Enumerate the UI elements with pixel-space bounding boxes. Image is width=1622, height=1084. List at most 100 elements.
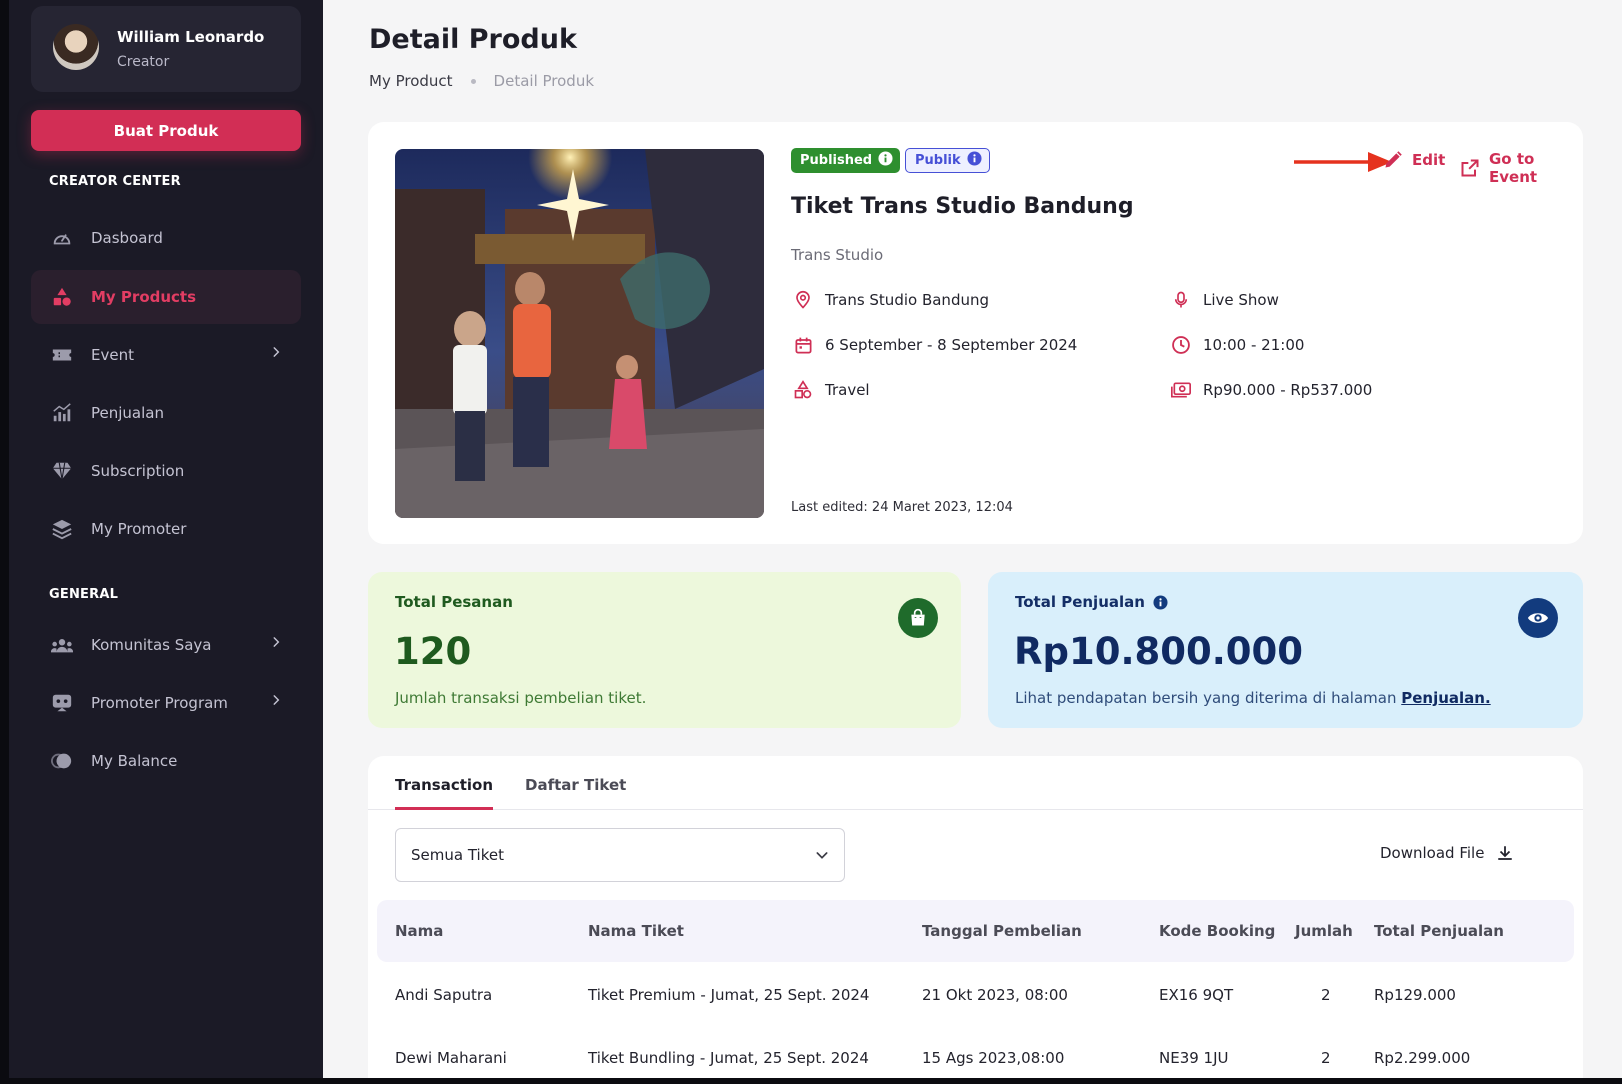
- main-content: Detail Produk My Product Detail Produk P…: [323, 0, 1622, 1078]
- pencil-icon: [1383, 150, 1403, 170]
- sidebar-item-promoter-program[interactable]: Promoter Program: [31, 676, 301, 730]
- eye-icon[interactable]: [1518, 598, 1558, 638]
- breadcrumb: My Product Detail Produk: [369, 72, 594, 90]
- promoter-icon: [49, 690, 75, 716]
- total-sales-desc: Lihat pendapatan bersih yang diterima di…: [1015, 689, 1491, 707]
- last-edited: Last edited: 24 Maret 2023, 12:04: [791, 500, 1013, 515]
- product-card: Published Publik Edit Go to Event Tiket …: [368, 122, 1583, 544]
- sidebar-item-label: Komunitas Saya: [91, 636, 212, 654]
- cell-nama-tiket: Tiket Premium - Jumat, 25 Sept. 2024: [588, 986, 870, 1004]
- breadcrumb-current: Detail Produk: [493, 72, 595, 90]
- organizer-name: Trans Studio: [791, 246, 884, 264]
- ticket-icon: [49, 342, 75, 368]
- sidebar-item-label: Dasboard: [91, 229, 163, 247]
- total-sales-card: Total Penjualan Rp10.800.000 Lihat penda…: [988, 572, 1583, 728]
- date-text: 6 September - 8 September 2024: [825, 336, 1078, 354]
- category-text: Travel: [825, 381, 870, 399]
- transactions-panel: Transaction Daftar Tiket Semua Tiket Dow…: [368, 756, 1583, 1078]
- total-orders-label: Total Pesanan: [395, 593, 513, 611]
- window-bottom-edge: [0, 1078, 1622, 1084]
- gauge-icon: [49, 225, 75, 251]
- table-row[interactable]: Andi Saputra Tiket Premium - Jumat, 25 S…: [368, 964, 1583, 1026]
- category-info: Travel: [791, 378, 870, 402]
- total-sales-value: Rp10.800.000: [1014, 630, 1304, 673]
- section-general: GENERAL: [49, 587, 119, 602]
- sidebar-item-label: My Products: [91, 288, 197, 306]
- sidebar-item-my-products[interactable]: My Products: [31, 270, 301, 324]
- download-file-button[interactable]: Download File: [1380, 844, 1514, 862]
- column-header-tanggal[interactable]: Tanggal Pembelian: [922, 922, 1082, 940]
- info-icon[interactable]: [1153, 594, 1168, 610]
- column-header-total-penjualan[interactable]: Total Penjualan: [1374, 922, 1504, 940]
- total-orders-desc: Jumlah transaksi pembelian tiket.: [395, 689, 647, 707]
- sidebar-item-label: Promoter Program: [91, 694, 228, 712]
- sidebar-item-my-promoter[interactable]: My Promoter: [31, 502, 301, 556]
- ticket-filter-select[interactable]: Semua Tiket: [395, 828, 845, 882]
- total-sales-desc-text: Lihat pendapatan bersih yang diterima di…: [1015, 689, 1402, 707]
- tab-transaction[interactable]: Transaction: [395, 776, 494, 810]
- community-icon: [49, 632, 75, 658]
- download-file-label: Download File: [1380, 844, 1485, 862]
- arrow-annotation-icon: [1294, 152, 1392, 172]
- sidebar-item-subscription[interactable]: Subscription: [31, 444, 301, 498]
- sidebar-item-komunitas-saya[interactable]: Komunitas Saya: [31, 618, 301, 672]
- visibility-badge-label: Publik: [915, 153, 961, 168]
- shapes-icon: [49, 284, 75, 310]
- cell-kode-booking: EX16 9QT: [1159, 986, 1234, 1004]
- ticket-filter-value: Semua Tiket: [411, 846, 504, 864]
- go-to-event-label: Go to Event: [1489, 150, 1538, 186]
- sidebar-item-label: My Balance: [91, 752, 178, 770]
- profile-role: Creator: [117, 54, 170, 70]
- price-text: Rp90.000 - Rp537.000: [1203, 381, 1373, 399]
- sidebar-item-label: My Promoter: [91, 520, 187, 538]
- layers-icon: [49, 516, 75, 542]
- go-to-event-button[interactable]: Go to Event: [1460, 150, 1583, 186]
- table-row[interactable]: Dewi Maharani Tiket Bundling - Jumat, 25…: [368, 1027, 1583, 1078]
- sidebar-item-my-balance[interactable]: My Balance: [31, 734, 301, 788]
- cell-nama: Dewi Maharani: [395, 1049, 507, 1067]
- total-sales-label: Total Penjualan: [1015, 593, 1145, 611]
- cell-jumlah: 2: [1321, 986, 1331, 1004]
- edit-button[interactable]: Edit: [1383, 150, 1445, 170]
- tab-daftar-tiket[interactable]: Daftar Tiket: [525, 776, 626, 807]
- download-icon: [1496, 844, 1514, 862]
- sidebar-item-dashboard[interactable]: Dasboard: [31, 211, 301, 265]
- sidebar-item-penjualan[interactable]: Penjualan: [31, 386, 301, 440]
- column-header-jumlah[interactable]: Jumlah: [1295, 922, 1353, 940]
- status-badge: Published: [791, 148, 901, 173]
- chevron-right-icon: [269, 635, 283, 653]
- section-creator-center: CREATOR CENTER: [49, 174, 181, 189]
- chart-icon: [49, 400, 75, 426]
- chevron-right-icon: [269, 345, 283, 363]
- column-header-nama[interactable]: Nama: [395, 922, 443, 940]
- info-icon[interactable]: [967, 151, 982, 170]
- tab-bar: Transaction Daftar Tiket: [368, 756, 1583, 810]
- cell-jumlah: 2: [1321, 1049, 1331, 1067]
- cell-total-penjualan: Rp129.000: [1374, 986, 1456, 1004]
- sidebar-item-label: Subscription: [91, 462, 185, 480]
- sidebar-item-label: Event: [91, 346, 134, 364]
- price-info: Rp90.000 - Rp537.000: [1169, 378, 1372, 402]
- penjualan-link[interactable]: Penjualan.: [1401, 689, 1490, 707]
- clock-icon: [1169, 333, 1193, 357]
- cell-total-penjualan: Rp2.299.000: [1374, 1049, 1471, 1067]
- total-orders-card: Total Pesanan 120 Jumlah transaksi pembe…: [368, 572, 961, 728]
- map-pin-icon: [791, 288, 815, 312]
- avatar: [53, 24, 99, 70]
- time-text: 10:00 - 21:00: [1203, 336, 1305, 354]
- cell-tanggal: 21 Okt 2023, 08:00: [922, 986, 1068, 1004]
- profile-card[interactable]: William Leonardo Creator: [31, 6, 301, 92]
- sidebar-item-event[interactable]: Event: [31, 328, 301, 382]
- info-icon[interactable]: [878, 151, 893, 170]
- cell-tanggal: 15 Ags 2023,08:00: [922, 1049, 1065, 1067]
- diamond-icon: [49, 458, 75, 484]
- column-header-nama-tiket[interactable]: Nama Tiket: [588, 922, 684, 940]
- create-product-button[interactable]: Buat Produk: [31, 110, 301, 151]
- column-header-kode-booking[interactable]: Kode Booking: [1159, 922, 1275, 940]
- cell-nama: Andi Saputra: [395, 986, 493, 1004]
- visibility-badge: Publik: [905, 148, 990, 173]
- product-name: Tiket Trans Studio Bandung: [791, 194, 1134, 219]
- breadcrumb-separator: [470, 78, 476, 84]
- breadcrumb-my-product[interactable]: My Product: [369, 72, 453, 90]
- calendar-icon: [791, 333, 815, 357]
